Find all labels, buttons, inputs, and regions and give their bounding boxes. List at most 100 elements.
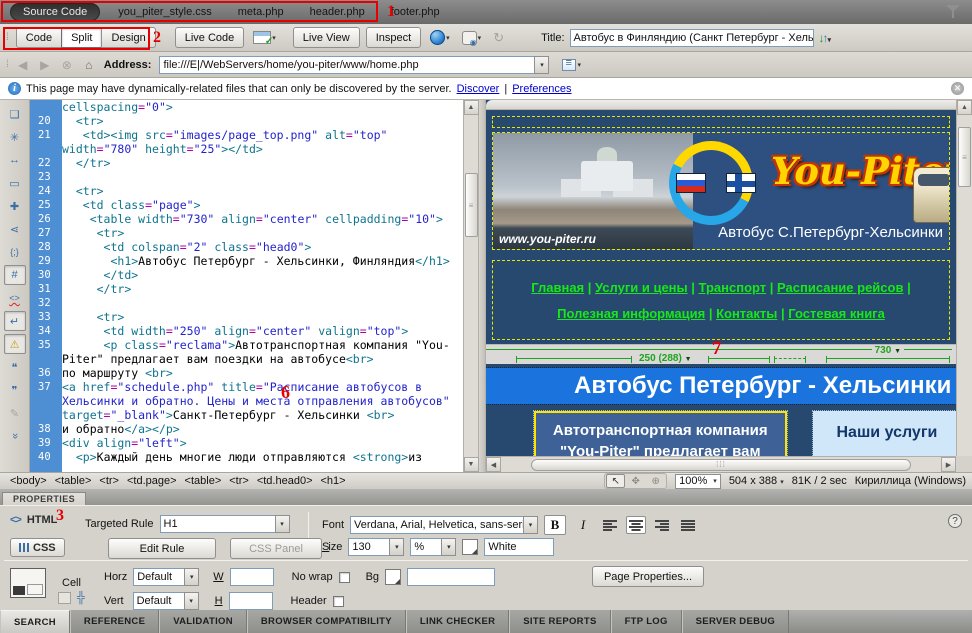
edit-rule-button[interactable]: Edit Rule: [108, 538, 216, 559]
live-view-button[interactable]: Live View: [293, 27, 360, 48]
code-text[interactable]: <td class="page">: [62, 198, 463, 212]
get-put-files-icon[interactable]: ↓↑▾: [819, 31, 830, 45]
tag-path-item[interactable]: <tr>: [95, 475, 123, 487]
height-input[interactable]: [229, 592, 273, 610]
close-info-bar-icon[interactable]: ✕: [951, 82, 964, 95]
reclama-box[interactable]: Автотранспортная компания "You-Piter" пр…: [534, 411, 787, 456]
results-tab-search[interactable]: SEARCH: [0, 610, 70, 633]
select-tool-icon[interactable]: ↖: [606, 474, 625, 488]
table-width-value[interactable]: 730 ▼: [872, 345, 904, 356]
design-canvas[interactable]: You-Piter Автобус С.Петербург-Хельсинки …: [486, 100, 956, 456]
view-options-icon[interactable]: ▾: [559, 55, 584, 75]
scroll-down-icon[interactable]: ▼: [464, 457, 479, 472]
bold-button[interactable]: B: [544, 515, 566, 535]
inspect-button[interactable]: Inspect: [366, 27, 421, 48]
menu-link[interactable]: Услуги и цены: [595, 280, 688, 295]
address-input[interactable]: file:///E|/WebServers/home/you-piter/www…: [159, 56, 534, 74]
discover-link[interactable]: Discover: [457, 83, 500, 95]
live-code-button[interactable]: Live Code: [175, 27, 245, 48]
code-line[interactable]: 32: [30, 296, 463, 310]
check-browser-compatibility-icon[interactable]: ▾: [250, 28, 279, 48]
code-line[interactable]: 36по маршруту <br>: [30, 366, 463, 380]
balance-braces-icon[interactable]: {;}: [4, 242, 26, 262]
code-line[interactable]: 31 </tr>: [30, 282, 463, 296]
magnification-select[interactable]: 100%▾: [675, 474, 721, 489]
align-left-icon[interactable]: [600, 516, 620, 534]
tag-path-item[interactable]: <table>: [51, 475, 96, 487]
collapse-selection-icon[interactable]: ▭: [4, 173, 26, 193]
code-line[interactable]: 22 </tr>: [30, 156, 463, 170]
code-line[interactable]: 26 <table width="730" align="center" cel…: [30, 212, 463, 226]
help-icon[interactable]: ?: [948, 514, 962, 528]
code-text[interactable]: </tr>: [62, 282, 463, 296]
menu-link[interactable]: Полезная информация: [557, 306, 705, 321]
code-text[interactable]: <table width="730" align="center" cellpa…: [62, 212, 463, 226]
code-line[interactable]: 27 <tr>: [30, 226, 463, 240]
related-file-tab[interactable]: footer.php: [391, 6, 440, 18]
results-tab-validation[interactable]: VALIDATION: [159, 610, 247, 633]
code-text[interactable]: <tr>: [62, 114, 463, 128]
menu-link[interactable]: Главная: [531, 280, 584, 295]
code-line[interactable]: cellspacing="0">: [30, 100, 463, 114]
hand-tool-icon[interactable]: ✥: [626, 474, 645, 488]
code-text[interactable]: по маршруту <br>: [62, 366, 463, 380]
column-width-value[interactable]: 250 (288) ▼: [636, 353, 695, 364]
code-text[interactable]: </tr>: [62, 156, 463, 170]
code-line[interactable]: 21 <td><img src="images/page_top.png" al…: [30, 128, 463, 156]
source-code-button[interactable]: Source Code: [10, 3, 100, 21]
align-center-icon[interactable]: [626, 516, 646, 534]
code-text[interactable]: <td colspan="2" class="head0">: [62, 240, 463, 254]
code-text[interactable]: <tr>: [62, 226, 463, 240]
font-select[interactable]: Verdana, Arial, Helvetica, sans-serif: [350, 516, 523, 534]
code-text[interactable]: <p class="reclama">Автотранспортная комп…: [62, 338, 463, 366]
results-tab-link-checker[interactable]: LINK CHECKER: [406, 610, 509, 633]
tag-path-item[interactable]: <table>: [181, 475, 226, 487]
apply-comment-icon[interactable]: ❝: [4, 357, 26, 377]
code-line[interactable]: 29 <h1>Автобус Петербург - Хельсинки, Фи…: [30, 254, 463, 268]
code-line[interactable]: 34 <td width="250" align="center" valign…: [30, 324, 463, 338]
related-file-tab[interactable]: you_piter_style.css: [118, 6, 212, 18]
design-view[interactable]: You-Piter Автобус С.Петербург-Хельсинки …: [486, 100, 972, 472]
code-text[interactable]: </td>: [62, 268, 463, 282]
results-tab-site-reports[interactable]: SITE REPORTS: [509, 610, 610, 633]
css-panel-button[interactable]: CSS Panel: [230, 538, 322, 559]
code-text[interactable]: [62, 296, 463, 310]
split-cell-icon[interactable]: ╬: [77, 592, 85, 604]
menu-link[interactable]: Гостевая книга: [788, 306, 885, 321]
collapse-toolbar-icon[interactable]: »: [5, 425, 25, 447]
no-wrap-checkbox[interactable]: [339, 572, 350, 583]
window-size-select[interactable]: 504 x 388 ▾: [729, 475, 784, 487]
align-justify-icon[interactable]: [678, 516, 698, 534]
code-line[interactable]: 40 <p>Каждый день многие люди отправляют…: [30, 450, 463, 464]
tag-path-item[interactable]: <body>: [6, 475, 51, 487]
code-design-splitter[interactable]: [478, 100, 486, 472]
open-documents-icon[interactable]: ❏: [4, 104, 26, 124]
code-text[interactable]: <h1>Автобус Петербург - Хельсинки, Финля…: [62, 254, 463, 268]
forward-icon[interactable]: ▶: [36, 58, 54, 72]
scroll-left-icon[interactable]: ◀: [486, 457, 501, 472]
code-line[interactable]: 25 <td class="page">: [30, 198, 463, 212]
code-text[interactable]: [62, 170, 463, 184]
results-tab-server-debug[interactable]: SERVER DEBUG: [682, 610, 789, 633]
remove-comment-icon[interactable]: ❞: [4, 380, 26, 400]
menu-link[interactable]: Контакты: [716, 306, 777, 321]
related-file-tab[interactable]: meta.php: [238, 6, 284, 18]
code-scroll-thumb[interactable]: ≡: [465, 173, 478, 237]
related-file-tab[interactable]: header.php: [310, 6, 365, 18]
header-checkbox[interactable]: [333, 596, 344, 607]
code-text[interactable]: <td width="250" align="center" valign="t…: [62, 324, 463, 338]
collapse-full-tag-icon[interactable]: ↔: [4, 150, 26, 170]
line-numbers-icon[interactable]: #: [4, 265, 26, 285]
scroll-right-icon[interactable]: ▶: [941, 457, 956, 472]
code-text[interactable]: <tr>: [62, 184, 463, 198]
tag-path-item[interactable]: <td.head0>: [253, 475, 317, 487]
select-parent-tag-icon[interactable]: ⋖: [4, 219, 26, 239]
italic-button[interactable]: I: [572, 515, 594, 535]
code-text[interactable]: <a href="schedule.php" title="Расписание…: [62, 380, 463, 422]
home-icon[interactable]: ⌂: [80, 58, 98, 72]
code-view[interactable]: cellspacing="0">20 <tr>21 <td><img src="…: [30, 100, 478, 472]
vert-select[interactable]: Default: [133, 592, 184, 610]
word-wrap-icon[interactable]: ↵: [4, 311, 26, 331]
code-line[interactable]: 33 <tr>: [30, 310, 463, 324]
page-properties-button[interactable]: Page Properties...: [592, 566, 704, 587]
